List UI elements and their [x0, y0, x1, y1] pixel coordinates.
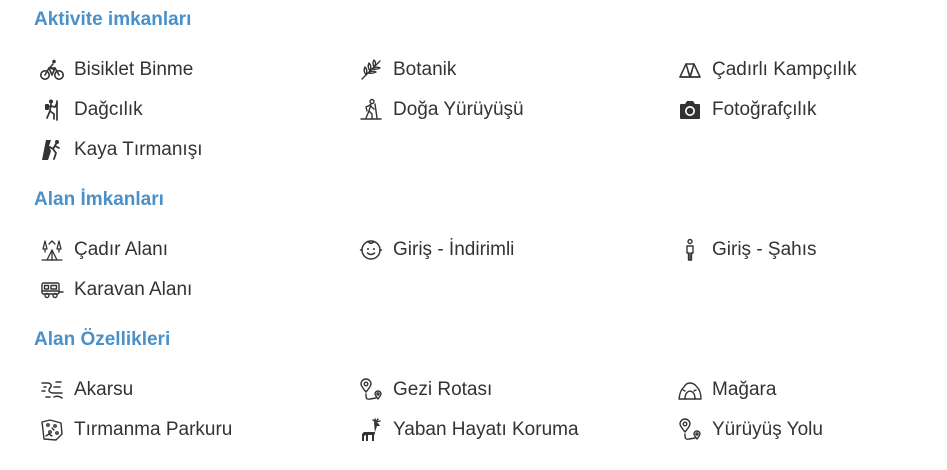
feature-item-cave: Mağara [677, 377, 776, 403]
activity-item-photography: Fotoğrafçılık [677, 97, 817, 123]
facility-item-camp-area: Çadır Alanı [39, 237, 168, 263]
activity-label: Fotoğrafçılık [712, 99, 817, 120]
facility-item-individual-entry: Giriş - Şahıs [677, 237, 817, 263]
activity-label: Bisiklet Binme [74, 59, 194, 80]
leaf-icon [358, 57, 384, 83]
activity-label: Botanik [393, 59, 457, 80]
activity-label: Çadırlı Kampçılık [712, 59, 857, 80]
caravan-icon [39, 277, 65, 303]
activity-item-nature-walk: Doğa Yürüyüşü [358, 97, 524, 123]
rock-climbing-icon [39, 137, 65, 163]
activity-item-botany: Botanik [358, 57, 456, 83]
activity-label: Doğa Yürüyüşü [393, 99, 524, 120]
facility-label: Çadır Alanı [74, 239, 168, 260]
activity-item-tent-camping: Çadırlı Kampçılık [677, 57, 857, 83]
facility-label: Giriş - Şahıs [712, 239, 817, 260]
feature-label: Yaban Hayatı Koruma [393, 419, 579, 440]
climbing-wall-icon [39, 417, 65, 443]
river-icon [39, 377, 65, 403]
facility-label: Giriş - İndirimli [393, 239, 515, 260]
activity-item-rock-climbing: Kaya Tırmanışı [39, 137, 202, 163]
activity-label: Kaya Tırmanışı [74, 139, 203, 160]
climber-icon [39, 97, 65, 123]
feature-label: Akarsu [74, 379, 134, 400]
feature-item-stream: Akarsu [39, 377, 133, 403]
tent-icon [677, 57, 703, 83]
feature-item-climbing-track: Tırmanma Parkuru [39, 417, 232, 443]
facility-label: Karavan Alanı [74, 279, 193, 300]
feature-item-travel-route: Gezi Rotası [358, 377, 492, 403]
feature-item-walking-path: Yürüyüş Yolu [677, 417, 823, 443]
feature-label: Gezi Rotası [393, 379, 493, 400]
section-title-features: Alan Özellikleri [34, 329, 171, 350]
facility-item-caravan-area: Karavan Alanı [39, 277, 192, 303]
child-face-icon [358, 237, 384, 263]
person-icon [677, 237, 703, 263]
camera-icon [677, 97, 703, 123]
feature-label: Yürüyüş Yolu [712, 419, 823, 440]
feature-label: Tırmanma Parkuru [74, 419, 233, 440]
trail-icon [677, 417, 703, 443]
facility-item-discounted-entry: Giriş - İndirimli [358, 237, 514, 263]
deer-icon [358, 417, 384, 443]
section-title-facilities: Alan İmkanları [34, 189, 164, 210]
activity-item-bicycle: Bisiklet Binme [39, 57, 193, 83]
activity-label: Dağcılık [74, 99, 143, 120]
activity-item-mountaineering: Dağcılık [39, 97, 143, 123]
hiker-icon [358, 97, 384, 123]
cave-icon [677, 377, 703, 403]
route-icon [358, 377, 384, 403]
camp-area-icon [39, 237, 65, 263]
feature-item-wildlife-protection: Yaban Hayatı Koruma [358, 417, 579, 443]
bicycle-icon [39, 57, 65, 83]
section-title-activity: Aktivite imkanları [34, 9, 192, 30]
feature-label: Mağara [712, 379, 777, 400]
